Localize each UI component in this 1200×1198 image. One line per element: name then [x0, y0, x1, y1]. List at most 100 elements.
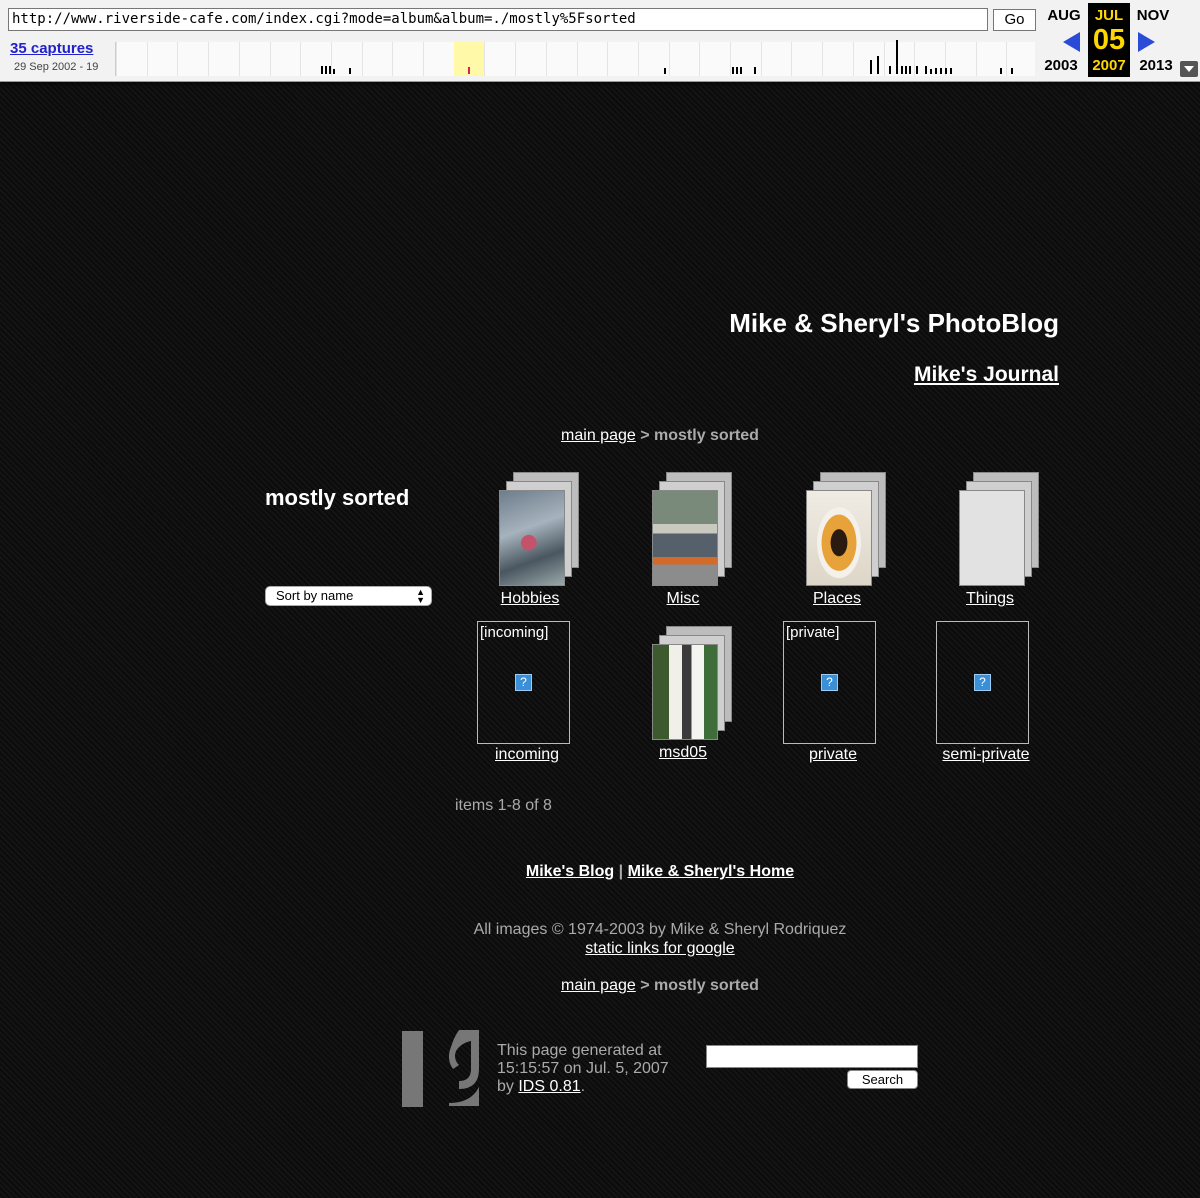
album-item[interactable]: [incoming] ? incoming — [452, 621, 602, 764]
sparkline-year-divider — [699, 42, 701, 76]
sparkline-year-divider — [791, 42, 793, 76]
breadcrumb-current: mostly sorted — [654, 427, 759, 444]
restricted-album-thumbnail[interactable]: [private] ? — [783, 621, 876, 744]
album-item[interactable]: [private] ? private — [758, 621, 908, 764]
album-stack-thumbnail[interactable] — [608, 472, 758, 588]
sparkline-capture-tick — [950, 68, 952, 74]
generated-line-1: This page generated at — [497, 1042, 662, 1059]
search-button[interactable]: Search — [847, 1070, 918, 1089]
breadcrumb-home-link[interactable]: main page — [561, 427, 636, 444]
sparkline-year-divider — [177, 42, 179, 76]
footer-separator: | — [618, 863, 624, 880]
wayback-sparkline[interactable] — [115, 40, 1035, 76]
album-item-label[interactable]: semi-private — [911, 746, 1061, 764]
album-stack-thumbnail[interactable] — [455, 472, 605, 588]
home-link[interactable]: Mike & Sheryl's Home — [628, 863, 795, 880]
sparkline-year-divider — [730, 42, 731, 76]
sparkline-capture-tick — [940, 68, 942, 74]
sparkline-capture-tick — [925, 66, 927, 74]
wayback-url-input[interactable]: http://www.riverside-cafe.com/index.cgi?… — [8, 8, 988, 31]
wayback-captures-link[interactable]: 35 captures — [10, 40, 93, 57]
journal-link[interactable]: Mike's Journal — [914, 363, 1059, 387]
album-item-label[interactable]: incoming — [452, 746, 602, 764]
wayback-dropdown-icon[interactable] — [1180, 61, 1198, 77]
breadcrumb-top: main page > mostly sorted — [0, 427, 1200, 445]
restricted-album-thumbnail[interactable]: [incoming] ? — [477, 621, 570, 744]
album-item[interactable]: Places — [762, 472, 912, 608]
wayback-next-arrow-icon[interactable] — [1138, 32, 1155, 52]
album-item[interactable]: Hobbies — [455, 472, 605, 608]
sparkline-capture-tick — [1000, 68, 1002, 74]
sparkline-year-divider — [330, 42, 332, 76]
generated-line-2: 15:15:57 on Jul. 5, 2007 — [497, 1060, 669, 1077]
blog-link[interactable]: Mike's Blog — [526, 863, 614, 880]
sparkline-capture-tick — [870, 60, 872, 74]
sparkline-year-divider — [1006, 42, 1008, 76]
sparkline-year-divider — [515, 42, 517, 76]
wayback-current-year: 2007 — [1092, 57, 1126, 74]
album-item-label[interactable]: Places — [762, 590, 912, 608]
static-links-link[interactable]: static links for google — [585, 940, 734, 957]
breadcrumb-separator: > — [640, 427, 650, 444]
breadcrumb-home-link[interactable]: main page — [561, 977, 636, 994]
album-item[interactable]: Things — [915, 472, 1065, 608]
album-item[interactable]: Misc — [608, 472, 758, 608]
sparkline-capture-tick — [916, 66, 918, 74]
sparkline-capture-tick — [1011, 68, 1013, 74]
album-item-label[interactable]: Hobbies — [455, 590, 605, 608]
wayback-prev-year[interactable]: 2003 — [1039, 57, 1083, 74]
album-item-label[interactable]: Misc — [608, 590, 758, 608]
ids-logo — [402, 1030, 479, 1107]
album-item-label[interactable]: Things — [915, 590, 1065, 608]
wayback-next-month[interactable]: NOV — [1131, 7, 1175, 24]
generated-by-text: by — [497, 1078, 514, 1095]
sparkline-year-divider — [637, 42, 639, 76]
album-item-label[interactable]: msd05 — [608, 744, 758, 762]
copyright-text: All images © 1974-2003 by Mike & Sheryl … — [473, 921, 847, 938]
album-item-label[interactable]: private — [758, 746, 908, 764]
sparkline-capture-tick — [754, 67, 756, 74]
photo-thumbnail — [807, 491, 871, 585]
wayback-go-button[interactable]: Go — [993, 9, 1036, 31]
album-stack-thumbnail[interactable] — [608, 626, 758, 742]
sparkline-year-divider — [975, 42, 977, 76]
wayback-toolbar: http://www.riverside-cafe.com/index.cgi?… — [0, 0, 1200, 82]
wayback-next-year[interactable]: 2013 — [1134, 57, 1178, 74]
sparkline-year-divider — [116, 42, 117, 76]
album-item[interactable]: msd05 — [608, 626, 758, 762]
sparkline-capture-tick — [325, 66, 327, 74]
broken-image-icon: ? — [515, 674, 532, 691]
sparkline-capture-tick — [889, 66, 891, 74]
restricted-album-thumbnail[interactable]: ? — [936, 621, 1029, 744]
sparkline-year-divider — [668, 42, 670, 76]
wayback-prev-arrow-icon[interactable] — [1063, 32, 1080, 52]
ids-link[interactable]: IDS 0.81 — [518, 1078, 580, 1095]
sort-select[interactable]: Sort by name ▲ ▼ — [265, 586, 432, 606]
select-arrows-icon: ▲ ▼ — [416, 587, 425, 605]
album-item[interactable]: ? semi-private — [911, 621, 1061, 764]
sparkline-capture-tick — [321, 66, 323, 74]
static-links-wrap: static links for google — [0, 940, 1200, 958]
items-count: items 1-8 of 8 — [455, 797, 552, 814]
breadcrumb-bottom: main page > mostly sorted — [0, 977, 1200, 995]
generated-suffix: . — [580, 1078, 586, 1095]
search-input[interactable] — [706, 1045, 918, 1068]
album-stack-thumbnail[interactable] — [915, 472, 1065, 588]
footer-links: Mike's Blog | Mike & Sheryl's Home — [0, 863, 1200, 881]
sparkline-year-divider — [269, 42, 271, 76]
wayback-current-day: 05 — [1092, 24, 1126, 56]
sparkline-capture-tick — [333, 69, 335, 74]
breadcrumb-current: mostly sorted — [654, 977, 759, 994]
sparkline-capture-tick — [732, 67, 734, 74]
sparkline-year-divider — [423, 42, 424, 76]
sparkline-capture-tick — [736, 67, 738, 74]
album-stack-thumbnail[interactable] — [762, 472, 912, 588]
sparkline-year-divider — [607, 42, 609, 76]
album-title: mostly sorted — [265, 485, 410, 510]
photo-thumbnail — [653, 645, 717, 739]
generated-line-3: by IDS 0.81. — [497, 1078, 669, 1096]
wayback-prev-month[interactable]: AUG — [1042, 7, 1086, 24]
sparkline-capture-tick — [349, 68, 351, 74]
sparkline-capture-tick — [896, 40, 898, 74]
sparkline-year-divider — [852, 42, 854, 76]
